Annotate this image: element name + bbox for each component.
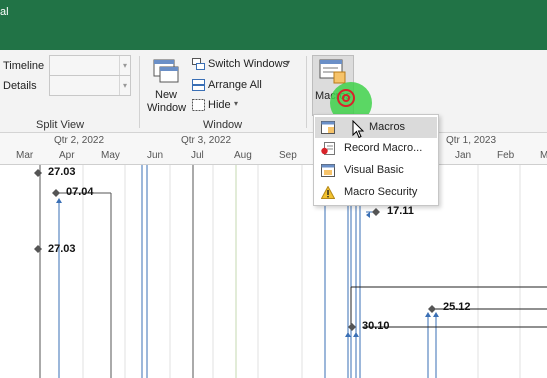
new-window-label-1: New [155, 89, 178, 101]
chevron-down-icon: ▾ [286, 58, 291, 67]
switch-windows-label: Switch Windows [208, 58, 289, 70]
click-ring-inner [342, 94, 350, 102]
month-label: Sep [279, 150, 297, 161]
quarter-label: Qtr 1, 2023 [446, 135, 497, 146]
switch-windows-icon [192, 58, 205, 70]
switch-windows-button[interactable]: Switch Windows ▾ [190, 56, 295, 74]
details-combo[interactable]: ▾ [49, 75, 131, 96]
month-label: Aug [234, 150, 252, 161]
menu-item-visual-basic[interactable]: Visual Basic [315, 160, 437, 181]
new-window-button[interactable]: New Window [144, 55, 188, 115]
chevron-down-icon: ▾ [234, 99, 239, 108]
mouse-cursor-icon [352, 120, 365, 139]
month-label: Jul [191, 150, 204, 161]
record-macro-icon [321, 142, 335, 155]
new-window-icon [153, 59, 179, 83]
split-view-group-label: Split View [36, 119, 85, 131]
month-label: Jun [147, 150, 164, 161]
macros-icon [319, 59, 346, 84]
chevron-down-icon: ▾ [119, 56, 130, 75]
month-label: M [540, 150, 547, 161]
arrange-all-label: Arrange All [208, 79, 262, 91]
hide-icon [192, 99, 205, 111]
timeline-label: Timeline [3, 60, 45, 72]
menu-item-label: Macros [369, 121, 406, 133]
milestone-label: 25.12 [443, 301, 471, 313]
month-label: Jan [455, 150, 472, 161]
group-separator [306, 56, 307, 128]
milestone-label: 17.11 [387, 205, 414, 217]
hide-button[interactable]: Hide ▾ [190, 97, 250, 115]
hide-label: Hide [208, 99, 231, 111]
menu-item-record-macro[interactable]: Record Macro... [315, 138, 437, 159]
arrange-all-icon [192, 79, 205, 91]
arrange-all-button[interactable]: Arrange All [190, 77, 270, 95]
warning-icon [321, 186, 335, 199]
menu-item-label: Macro Security [344, 186, 418, 198]
menu-item-label: Visual Basic [344, 164, 404, 176]
menu-item-macro-security[interactable]: Macro Security [315, 182, 437, 203]
quarter-label: Qtr 3, 2022 [181, 135, 232, 146]
milestone-label: 30.10 [362, 320, 390, 332]
macros-dropdown-menu: Macros Record Macro... Visual Basic Macr… [313, 114, 439, 206]
month-label: Apr [59, 150, 75, 161]
group-separator [139, 56, 140, 128]
window-group-label: Window [203, 119, 243, 131]
details-label: Details [3, 80, 37, 92]
new-window-label-2: Window [147, 102, 187, 114]
milestone-label: 27.03 [48, 166, 76, 178]
macros-list-icon [321, 121, 335, 134]
chevron-down-icon: ▾ [119, 76, 130, 95]
quarter-label: Qtr 2, 2022 [54, 135, 105, 146]
month-label: Mar [16, 150, 34, 161]
milestone-label: 07.04 [66, 186, 94, 198]
visual-basic-icon [321, 164, 335, 177]
timeline-combo[interactable]: ▾ [49, 55, 131, 76]
title-bar: al [0, 0, 547, 50]
menu-item-macros[interactable]: Macros [315, 117, 437, 138]
month-label: May [101, 150, 120, 161]
month-label: Feb [497, 150, 515, 161]
milestone-label: 27.03 [48, 243, 76, 255]
window-title: al [0, 6, 9, 18]
menu-item-label: Record Macro... [344, 142, 423, 154]
